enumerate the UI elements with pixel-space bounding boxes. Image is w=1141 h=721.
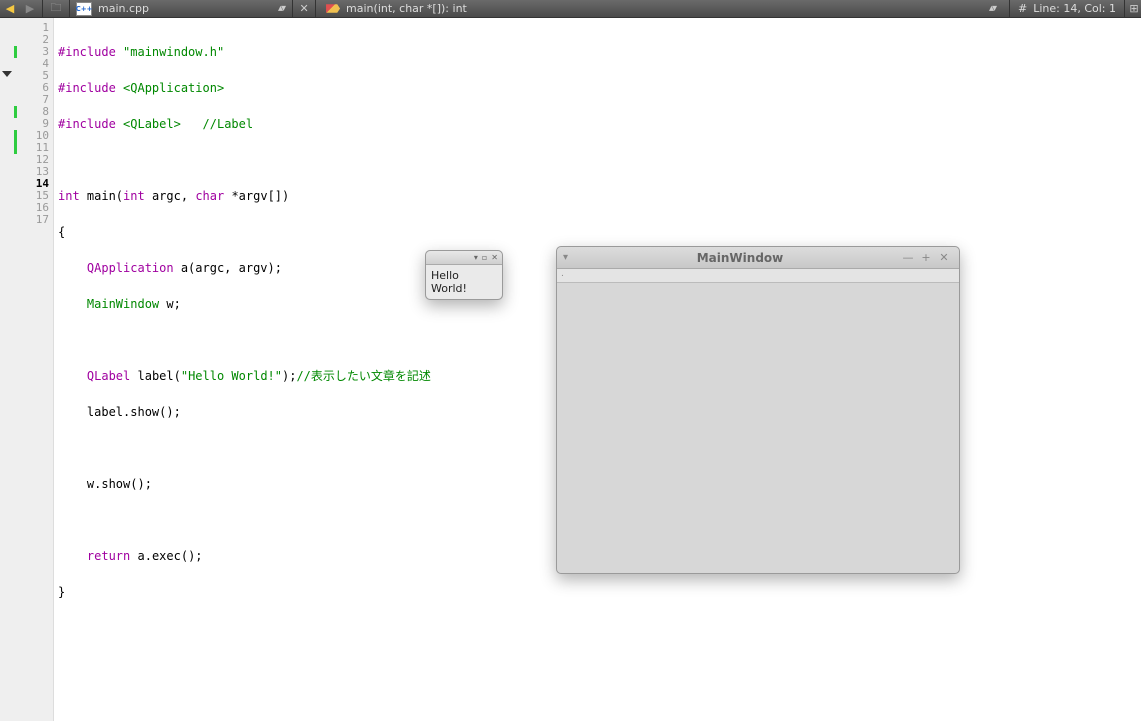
window-menu-icon[interactable]: ▾: [563, 252, 581, 263]
main-window-content: [557, 283, 959, 573]
nav-back-icon[interactable]: ◀: [0, 0, 20, 18]
change-bar: [14, 130, 17, 142]
nav-forward-icon[interactable]: ▶: [20, 0, 40, 18]
hello-world-window[interactable]: ▾ ▫ ✕ Hello World!: [425, 250, 503, 300]
symbol-tab[interactable]: main(int, char *[]): int ▴▾: [318, 2, 1007, 16]
toolbar-divider: [292, 0, 293, 17]
cursor-position: Line: 14, Col: 1: [1033, 2, 1116, 15]
cpp-file-icon: C++: [76, 2, 92, 16]
file-tab-selector-icon[interactable]: ▴▾: [272, 3, 290, 14]
change-bar: [14, 142, 17, 154]
symbol-selector-icon[interactable]: ▴▾: [983, 3, 1001, 14]
file-tab-name: main.cpp: [98, 2, 262, 15]
main-window-title: MainWindow: [581, 251, 899, 265]
toolbar-divider: [42, 0, 43, 17]
toolbar-divider: [1124, 0, 1125, 17]
line-number-gutter: 1234567891011121314151617: [14, 18, 54, 721]
minimize-icon[interactable]: —: [899, 251, 917, 264]
close-tab-icon[interactable]: ✕: [295, 2, 313, 15]
line-number: 17: [14, 214, 49, 226]
window-menu-icon[interactable]: ▾: [474, 253, 478, 262]
sidebar-toggle-icon[interactable]: ⊞: [1127, 2, 1141, 15]
hello-window-titlebar[interactable]: ▾ ▫ ✕: [426, 251, 502, 265]
file-tab[interactable]: C++ main.cpp: [72, 2, 272, 16]
toolbar-divider: [69, 0, 70, 17]
change-bar: [14, 106, 17, 118]
toolbar-divider: [315, 0, 316, 17]
maximize-icon[interactable]: +: [917, 251, 935, 264]
symbol-tab-text: main(int, char *[]): int: [346, 2, 983, 15]
main-window-menubar[interactable]: .: [557, 269, 959, 283]
status-area: # Line: 14, Col: 1: [1012, 2, 1122, 15]
main-window[interactable]: ▾ MainWindow — + ✕ .: [556, 246, 960, 574]
main-window-titlebar[interactable]: ▾ MainWindow — + ✕: [557, 247, 959, 269]
pencil-icon: [326, 2, 340, 16]
toolbar-divider: [1009, 0, 1010, 17]
fold-toggle-icon[interactable]: [2, 71, 12, 77]
close-icon[interactable]: ✕: [935, 251, 953, 264]
top-toolbar: ◀ ▶ 🗀 C++ main.cpp ▴▾ ✕ main(int, char *…: [0, 0, 1141, 18]
change-bar: [14, 46, 17, 58]
lock-icon[interactable]: 🗀: [45, 0, 67, 18]
window-restore-icon[interactable]: ▫: [482, 253, 487, 262]
close-icon[interactable]: ✕: [491, 253, 498, 262]
hello-window-content: Hello World!: [426, 265, 502, 299]
fold-column: [0, 18, 14, 721]
hash-icon: #: [1018, 2, 1027, 15]
